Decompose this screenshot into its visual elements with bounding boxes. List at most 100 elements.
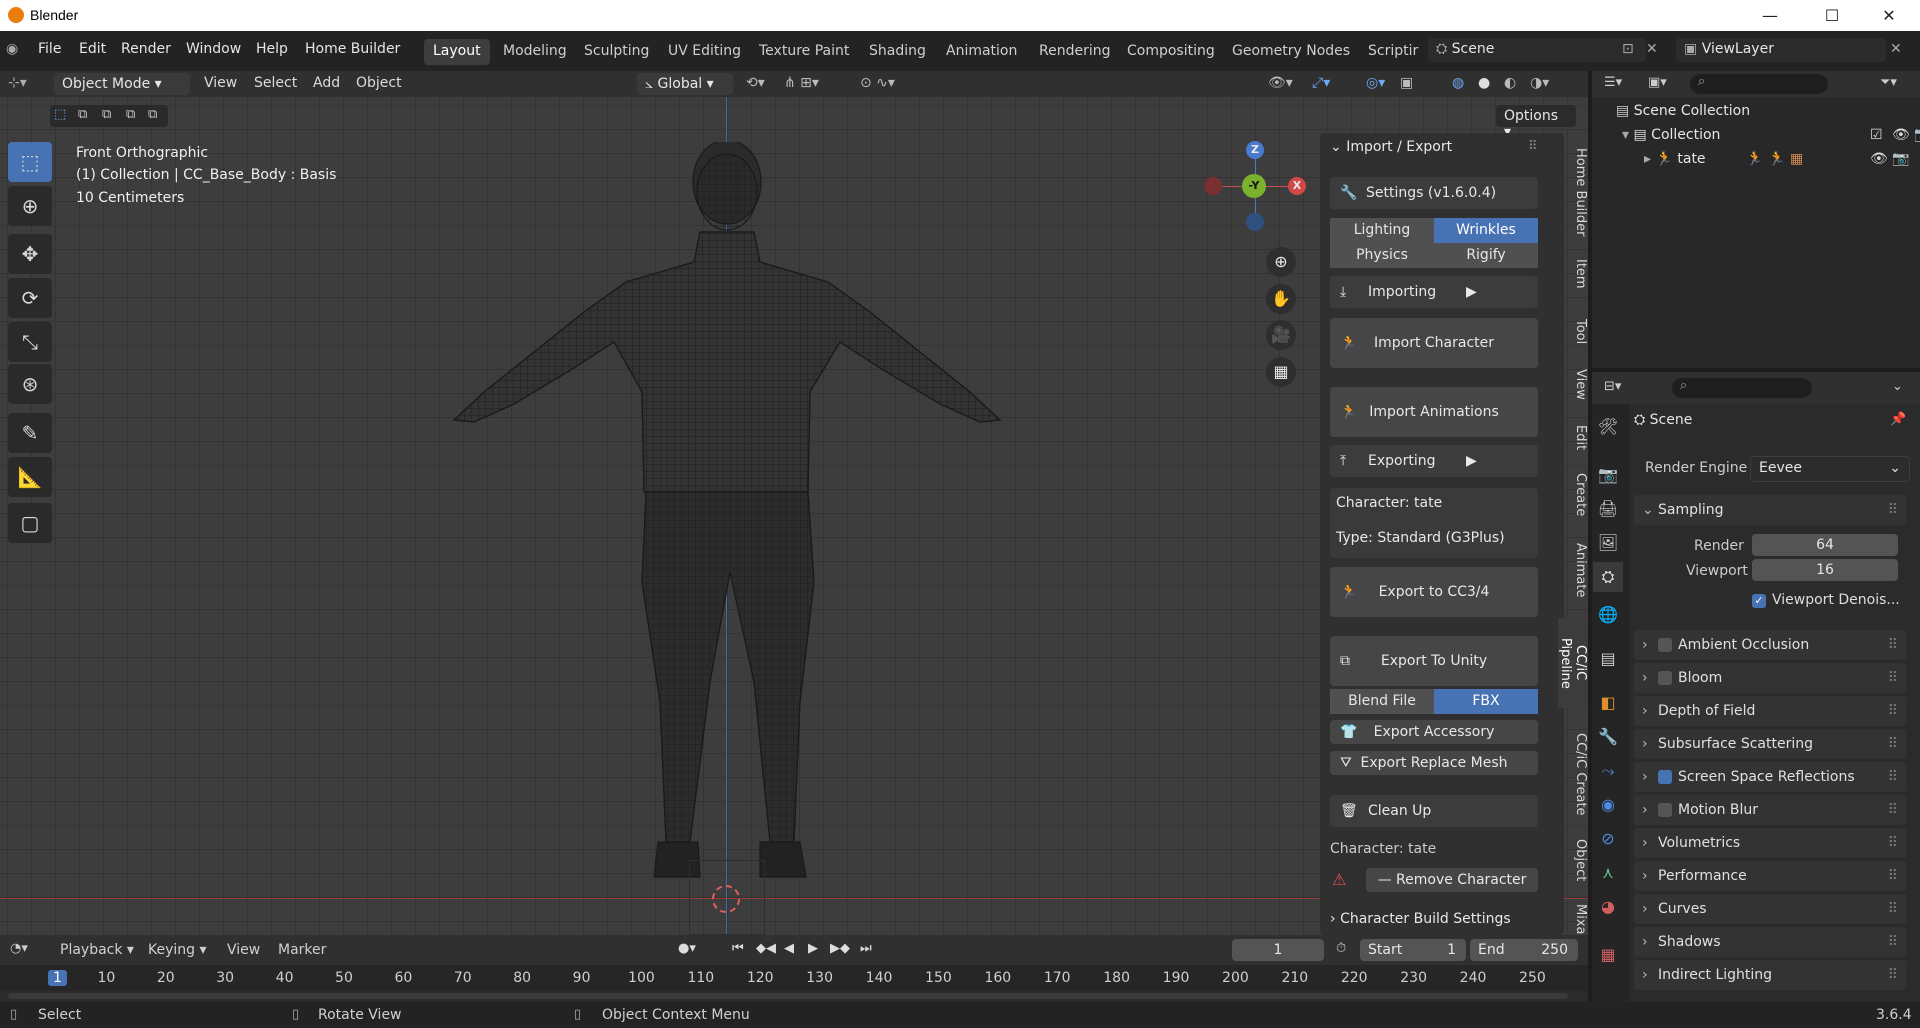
menu-file[interactable]: File (38, 41, 61, 57)
denoise-checkbox[interactable]: ✓ (1752, 594, 1766, 608)
playhead-frame-marker[interactable]: 1 (48, 970, 67, 986)
section-shadows[interactable]: › Shadows ⠿ (1634, 927, 1906, 957)
object-properties-icon[interactable]: ◧ (1593, 688, 1623, 718)
start-frame-field[interactable]: Start 1 (1360, 939, 1466, 961)
clean-up-button[interactable]: 🗑 Clean Up (1330, 795, 1538, 827)
display-mode-icon[interactable]: ▣▾ (1648, 75, 1667, 90)
scale-tool[interactable]: ⤡ (8, 322, 52, 362)
tab-object[interactable]: Object (1558, 836, 1588, 884)
xray-icon[interactable]: ▣ (1400, 75, 1413, 91)
solid-shading-icon[interactable]: ● (1478, 75, 1490, 91)
tab-home-builder[interactable]: Home Builder (1558, 146, 1588, 238)
transform-tool[interactable]: ⊛ (8, 364, 52, 404)
tab-edit[interactable]: Edit (1558, 420, 1588, 456)
navigation-gizmo[interactable]: Z -Y X (1204, 141, 1306, 231)
scene-remove-icon[interactable]: ✕ (1646, 41, 1658, 57)
select-invert-icon[interactable]: ⧉ (126, 107, 135, 122)
gizmo-neg-y[interactable]: -Y (1242, 174, 1266, 198)
tab-cc-create[interactable]: CC/iC Create (1558, 732, 1588, 816)
menu-home-builder[interactable]: Home Builder (305, 41, 400, 57)
play-icon[interactable]: ▶ (808, 941, 818, 956)
timeline-editor-icon[interactable]: ◔▾ (10, 941, 28, 956)
drag-grip-icon[interactable]: ⠿ (1888, 828, 1898, 858)
current-frame-field[interactable]: 1 (1232, 939, 1324, 961)
section-performance[interactable]: › Performance ⠿ (1634, 861, 1906, 891)
properties-editor-icon[interactable]: ⊟▾ (1604, 379, 1621, 394)
options-chevron-icon[interactable]: ⌄ (1892, 379, 1903, 394)
scene-collection-row[interactable]: ▤ Scene Collection (1616, 103, 1750, 127)
section-checkbox[interactable] (1658, 671, 1672, 685)
drag-grip-icon[interactable]: ⠿ (1888, 495, 1898, 525)
next-keyframe-icon[interactable]: ▶◆ (830, 941, 850, 956)
physics-toggle[interactable]: Physics (1330, 243, 1434, 268)
build-settings-header[interactable]: › Character Build Settings (1330, 911, 1511, 927)
drag-grip-icon[interactable]: ⠿ (1888, 630, 1898, 660)
drag-grip-icon[interactable]: ⠿ (1888, 663, 1898, 693)
import-character-button[interactable]: 🏃 Import Character (1330, 318, 1538, 368)
close-button[interactable]: ✕ (1874, 4, 1904, 28)
material-properties-icon[interactable]: ◕ (1593, 892, 1623, 922)
data-properties-icon[interactable]: ⋏ (1593, 858, 1623, 888)
character-mesh[interactable] (380, 142, 1080, 902)
collection-row[interactable]: ▾ ▤ Collection ☑ 👁 📷 (1622, 127, 1920, 151)
section-screen-space-reflections[interactable]: › Screen Space Reflections ⠿ (1634, 762, 1906, 792)
marker-menu[interactable]: Marker (278, 942, 326, 958)
lighting-toggle[interactable]: Lighting (1330, 218, 1434, 243)
export-accessory-button[interactable]: 👕 Export Accessory (1330, 720, 1538, 744)
ortho-grid-icon[interactable]: ▦ (1266, 357, 1296, 387)
export-replace-mesh-button[interactable]: ⛛ Export Replace Mesh (1330, 751, 1538, 775)
section-curves[interactable]: › Curves ⠿ (1634, 894, 1906, 924)
tab-shading[interactable]: Shading (860, 39, 935, 65)
blend-file-toggle[interactable]: Blend File (1330, 689, 1434, 714)
drag-grip-icon[interactable]: ⠿ (1888, 795, 1898, 825)
importing-row[interactable]: ⤓ Importing ▶ (1330, 276, 1538, 308)
proportional-edit-icon[interactable]: ⊙ ∿▾ (860, 75, 895, 91)
section-volumetrics[interactable]: › Volumetrics ⠿ (1634, 828, 1906, 858)
tab-texture-paint[interactable]: Texture Paint (750, 39, 858, 65)
timeline-view-menu[interactable]: View (227, 942, 260, 958)
material-shading-icon[interactable]: ◐ (1504, 75, 1516, 91)
viewlayer-remove-icon[interactable]: ✕ (1890, 41, 1902, 57)
fbx-toggle[interactable]: FBX (1434, 689, 1538, 714)
tab-uv-editing[interactable]: UV Editing (659, 39, 750, 65)
menu-add[interactable]: Add (313, 75, 340, 91)
tab-geometry-nodes[interactable]: Geometry Nodes (1223, 39, 1359, 65)
camera-render-icon[interactable]: 📷 (1892, 151, 1909, 167)
menu-render[interactable]: Render (121, 41, 171, 57)
drag-grip-icon[interactable]: ⠿ (1888, 927, 1898, 957)
maximize-button[interactable]: ☐ (1817, 4, 1847, 28)
menu-edit[interactable]: Edit (79, 41, 106, 57)
menu-object[interactable]: Object (356, 75, 402, 91)
tab-item[interactable]: Item (1558, 256, 1588, 292)
timeline-scrollbar[interactable] (8, 993, 1568, 999)
snap-icon[interactable]: ⋔ ⊞▾ (784, 75, 819, 91)
menu-window[interactable]: Window (186, 41, 241, 57)
transform-orientation-dropdown[interactable]: ⦣ Global ▾ (637, 73, 733, 95)
tab-view[interactable]: View (1558, 366, 1588, 402)
tab-scripting[interactable]: Scriptir (1359, 39, 1427, 65)
pin-icon[interactable]: 📌 (1890, 412, 1906, 427)
modifier-properties-icon[interactable]: 🔧 (1593, 722, 1623, 752)
zoom-icon[interactable]: ⊕ (1266, 247, 1296, 277)
properties-search-input[interactable]: ⌕ (1672, 378, 1812, 398)
jump-start-icon[interactable]: ⏮ (732, 941, 744, 956)
rotate-tool[interactable]: ⟳ (8, 278, 52, 318)
section-motion-blur[interactable]: › Motion Blur ⠿ (1634, 795, 1906, 825)
select-box-tool[interactable]: ⬚ (8, 142, 52, 182)
filter-icon[interactable]: ⏷▾ (1880, 75, 1897, 90)
section-subsurface-scattering[interactable]: › Subsurface Scattering ⠿ (1634, 729, 1906, 759)
tab-sculpting[interactable]: Sculpting (575, 39, 658, 65)
drag-grip-icon[interactable]: ⠿ (1888, 894, 1898, 924)
gizmo-z[interactable]: Z (1246, 141, 1264, 159)
playback-menu[interactable]: Playback ▾ (60, 942, 134, 958)
keying-menu[interactable]: Keying ▾ (148, 942, 207, 958)
clock-icon[interactable]: ⏱ (1336, 941, 1346, 956)
object-row-tate[interactable]: ▸ 🏃 tate 🏃 🏃 ▦ 👁 📷 (1644, 151, 1912, 175)
wireframe-shading-icon[interactable]: ◍ (1452, 75, 1464, 91)
tab-modeling[interactable]: Modeling (494, 39, 576, 65)
drag-grip-icon[interactable]: ⠿ (1888, 729, 1898, 759)
select-new-icon[interactable]: ⬚ (54, 107, 66, 122)
end-frame-field[interactable]: End 250 (1470, 939, 1578, 961)
export-unity-button[interactable]: ⧉ Export To Unity (1330, 636, 1538, 686)
drag-grip-icon[interactable]: ⠿ (1888, 696, 1898, 726)
